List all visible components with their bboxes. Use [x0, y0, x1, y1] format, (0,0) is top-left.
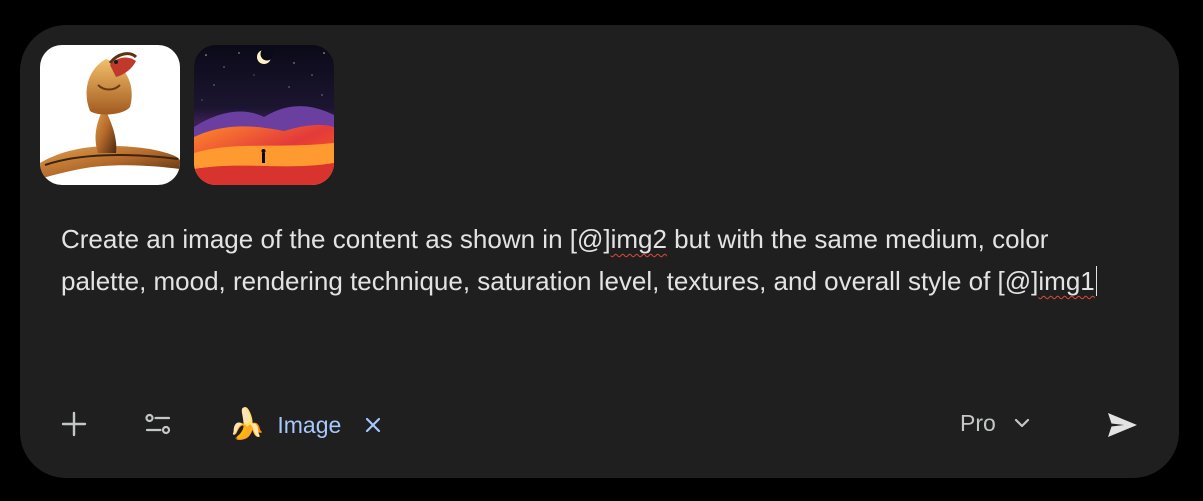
chevron-down-icon	[1014, 418, 1029, 428]
add-attachment-button[interactable]	[56, 406, 92, 442]
banana-icon: 🍌	[228, 407, 266, 442]
mention-img1: img1	[1038, 266, 1095, 296]
send-icon	[1108, 413, 1137, 437]
prompt-input[interactable]: Create an image of the content as shown …	[61, 218, 1121, 302]
image-mode-label: Image	[277, 411, 342, 438]
model-label: Pro	[960, 409, 996, 436]
image-mode-chip[interactable]: 🍌 Image	[228, 403, 385, 447]
close-icon	[366, 417, 381, 433]
remove-image-mode-button[interactable]	[361, 413, 385, 437]
send-button[interactable]	[1100, 403, 1144, 447]
mention-img2: img2	[610, 224, 667, 254]
plus-icon	[61, 411, 87, 437]
attachment-thumbnail-img2[interactable]	[194, 45, 334, 185]
cobra-image	[40, 45, 180, 185]
tune-icon	[145, 413, 171, 435]
attachment-thumbnail-img1[interactable]	[40, 45, 180, 185]
desert-night-image	[194, 45, 334, 185]
text-caret	[1095, 266, 1098, 296]
prompt-composer: Create an image of the content as shown …	[20, 25, 1179, 478]
model-selector[interactable]: Pro	[960, 405, 1032, 441]
prompt-text-start: Create an image of the content as shown …	[61, 224, 611, 254]
tools-button[interactable]	[140, 406, 176, 442]
